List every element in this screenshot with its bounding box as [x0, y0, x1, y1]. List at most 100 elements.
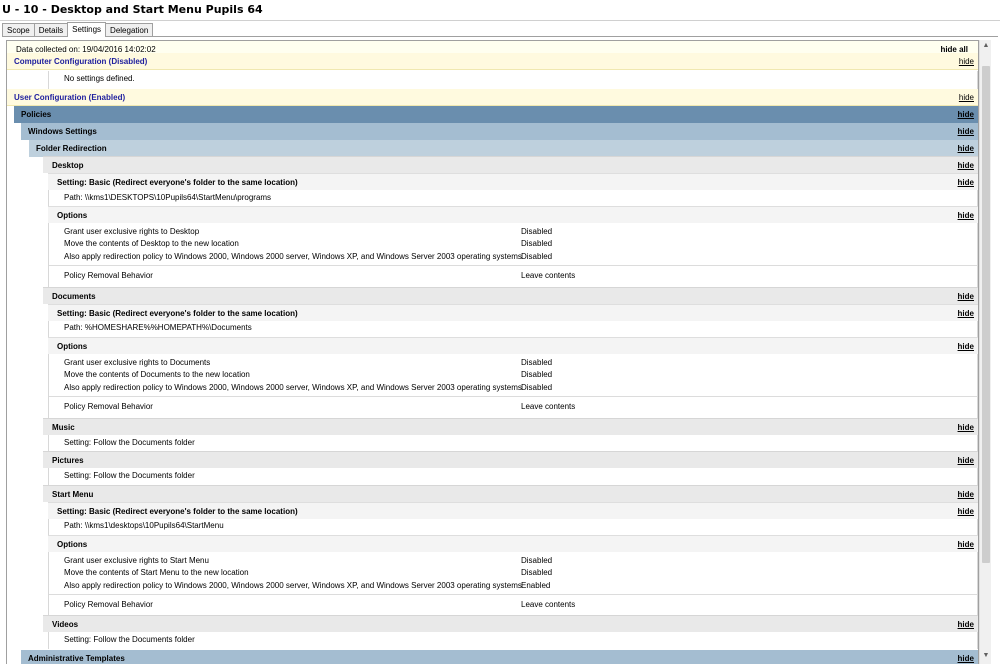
gpo-title: U - 10 - Desktop and Start Menu Pupils 6… — [2, 3, 263, 16]
documents-header[interactable]: Documents hide — [43, 287, 978, 304]
start-menu-path-row: Path: \\kms1\desktops\10Pupils64\StartMe… — [48, 519, 978, 535]
documents-options-title: Options — [57, 342, 88, 351]
option-label: Grant user exclusive rights to Desktop — [64, 227, 200, 236]
windows-settings-hide-link[interactable]: hide — [958, 123, 974, 140]
settings-report: Data collected on: 19/04/2016 14:02:02 h… — [6, 40, 979, 664]
videos-hide-link[interactable]: hide — [958, 616, 974, 633]
start-menu-title: Start Menu — [52, 490, 94, 499]
arrow-up-icon[interactable]: ▲ — [980, 40, 992, 52]
pictures-header[interactable]: Pictures hide — [43, 451, 978, 468]
start-menu-hide-link[interactable]: hide — [958, 486, 974, 503]
start-menu-setting-title: Setting: Basic (Redirect everyone's fold… — [57, 507, 298, 516]
admin-templates-header[interactable]: Administrative Templates hide — [21, 650, 978, 664]
documents-options-body: Grant user exclusive rights to Documents… — [48, 354, 978, 418]
videos-setting: Setting: Follow the Documents folder — [64, 635, 195, 644]
policies-header[interactable]: Policies hide — [14, 106, 978, 123]
start-menu-header[interactable]: Start Menu hide — [43, 485, 978, 502]
pictures-title: Pictures — [52, 456, 84, 465]
tab-divider — [2, 36, 998, 37]
start-menu-setting-header[interactable]: Setting: Basic (Redirect everyone's fold… — [48, 502, 978, 519]
windows-settings-title: Windows Settings — [28, 127, 97, 136]
documents-setting-title: Setting: Basic (Redirect everyone's fold… — [57, 309, 298, 318]
option-value: Disabled — [521, 568, 553, 577]
desktop-options-body: Grant user exclusive rights to Desktop D… — [48, 223, 978, 287]
policies-title: Policies — [21, 110, 52, 119]
start-menu-options-body: Grant user exclusive rights to Start Men… — [48, 552, 978, 616]
videos-header[interactable]: Videos hide — [43, 615, 978, 632]
divider — [49, 265, 977, 266]
documents-hide-link[interactable]: hide — [958, 288, 974, 305]
option-value: Disabled — [521, 358, 553, 367]
start-menu-setting-hide-link[interactable]: hide — [958, 503, 974, 520]
desktop-options-hide-link[interactable]: hide — [958, 207, 974, 224]
music-hide-link[interactable]: hide — [958, 419, 974, 436]
desktop-options-title: Options — [57, 211, 88, 220]
music-setting: Setting: Follow the Documents folder — [64, 438, 195, 447]
scroll-thumb[interactable] — [982, 66, 990, 563]
user-config-title: User Configuration (Enabled) — [14, 93, 126, 102]
folder-redirection-title: Folder Redirection — [36, 144, 107, 153]
option-label: Move the contents of Start Menu to the n… — [64, 568, 249, 577]
vertical-scrollbar[interactable]: ▲ ▼ — [979, 40, 991, 664]
documents-path: Path: %HOMESHARE%%HOMEPATH%\Documents — [64, 323, 252, 332]
folder-redirection-hide-link[interactable]: hide — [958, 140, 974, 157]
desktop-title: Desktop — [52, 161, 84, 170]
option-value: Disabled — [521, 370, 553, 379]
removal-value: Leave contents — [521, 600, 576, 609]
pictures-setting: Setting: Follow the Documents folder — [64, 471, 195, 480]
music-header[interactable]: Music hide — [43, 418, 978, 435]
documents-options-header[interactable]: Options hide — [48, 337, 978, 354]
user-config-header[interactable]: User Configuration (Enabled) hide — [7, 89, 978, 106]
option-value: Disabled — [521, 239, 553, 248]
documents-options-hide-link[interactable]: hide — [958, 338, 974, 355]
option-label: Also apply redirection policy to Windows… — [64, 383, 522, 392]
desktop-path-row: Path: \\kms1\DESKTOPS\10Pupils64\StartMe… — [48, 190, 978, 207]
desktop-setting-title: Setting: Basic (Redirect everyone's fold… — [57, 178, 298, 187]
documents-setting-hide-link[interactable]: hide — [958, 305, 974, 322]
desktop-setting-header[interactable]: Setting: Basic (Redirect everyone's fold… — [48, 173, 978, 190]
desktop-hide-link[interactable]: hide — [958, 157, 974, 174]
option-value: Disabled — [521, 556, 553, 565]
removal-label: Policy Removal Behavior — [64, 600, 153, 609]
user-config-hide-link[interactable]: hide — [959, 89, 974, 106]
computer-config-title: Computer Configuration (Disabled) — [14, 57, 148, 66]
start-menu-options-hide-link[interactable]: hide — [958, 536, 974, 553]
pictures-hide-link[interactable]: hide — [958, 452, 974, 469]
start-menu-options-header[interactable]: Options hide — [48, 535, 978, 552]
videos-title: Videos — [52, 620, 79, 629]
start-menu-options-title: Options — [57, 540, 88, 549]
tab-settings[interactable]: Settings — [67, 22, 107, 37]
documents-title: Documents — [52, 292, 96, 301]
computer-config-header[interactable]: Computer Configuration (Disabled) hide — [7, 53, 978, 70]
removal-label: Policy Removal Behavior — [64, 402, 153, 411]
no-settings-text: No settings defined. — [64, 74, 135, 83]
desktop-setting-hide-link[interactable]: hide — [958, 174, 974, 191]
option-label: Grant user exclusive rights to Start Men… — [64, 556, 209, 565]
pictures-setting-row: Setting: Follow the Documents folder — [48, 468, 978, 485]
option-value: Enabled — [521, 581, 551, 590]
documents-setting-header[interactable]: Setting: Basic (Redirect everyone's fold… — [48, 304, 978, 321]
folder-redirection-header[interactable]: Folder Redirection hide — [29, 140, 978, 157]
computer-config-hide-link[interactable]: hide — [959, 53, 974, 70]
policies-hide-link[interactable]: hide — [958, 106, 974, 123]
divider — [49, 396, 977, 397]
divider — [49, 594, 977, 595]
option-value: Disabled — [521, 227, 553, 236]
tab-strip: Scope Details Settings Delegation — [2, 22, 154, 37]
removal-value: Leave contents — [521, 271, 576, 280]
removal-label: Policy Removal Behavior — [64, 271, 153, 280]
desktop-path: Path: \\kms1\DESKTOPS\10Pupils64\StartMe… — [64, 193, 272, 202]
option-label: Move the contents of Documents to the ne… — [64, 370, 250, 379]
tab-delegation[interactable]: Delegation — [105, 23, 154, 37]
option-label: Move the contents of Desktop to the new … — [64, 239, 239, 248]
arrow-down-icon[interactable]: ▼ — [980, 650, 992, 662]
option-label: Also apply redirection policy to Windows… — [64, 581, 522, 590]
videos-setting-row: Setting: Follow the Documents folder — [48, 632, 978, 649]
tab-details[interactable]: Details — [33, 23, 69, 37]
desktop-header[interactable]: Desktop hide — [43, 156, 978, 173]
windows-settings-header[interactable]: Windows Settings hide — [21, 123, 978, 140]
tab-scope[interactable]: Scope — [2, 23, 35, 37]
desktop-options-header[interactable]: Options hide — [48, 206, 978, 223]
admin-templates-hide-link[interactable]: hide — [958, 650, 974, 664]
music-title: Music — [52, 423, 75, 432]
